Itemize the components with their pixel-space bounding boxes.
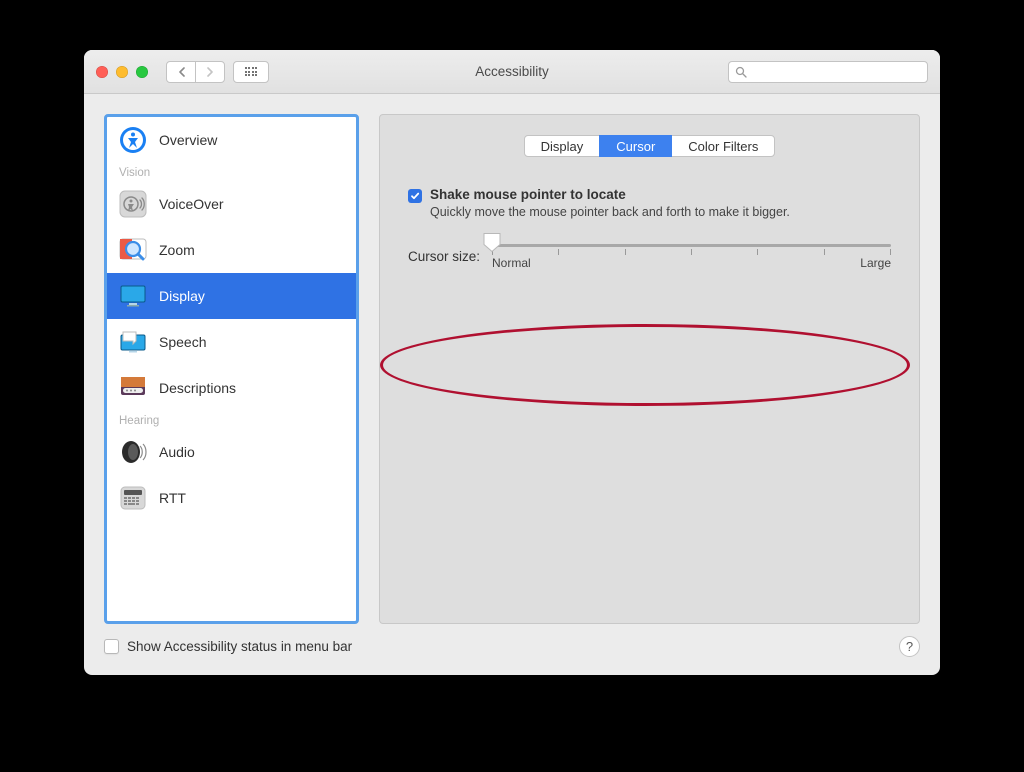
sidebar-item-label: VoiceOver xyxy=(159,196,224,212)
sidebar-item-rtt[interactable]: RTT xyxy=(107,475,356,521)
chevron-left-icon xyxy=(178,67,185,77)
slider-ticks xyxy=(492,249,891,255)
sidebar-item-zoom[interactable]: Zoom xyxy=(107,227,356,273)
sidebar-item-voiceover[interactable]: VoiceOver xyxy=(107,181,356,227)
minimize-window-button[interactable] xyxy=(116,66,128,78)
display-icon xyxy=(119,282,147,310)
sidebar-item-label: Display xyxy=(159,288,205,304)
shake-pointer-checkbox[interactable] xyxy=(408,189,422,203)
help-icon: ? xyxy=(906,639,913,654)
nav-segmented xyxy=(166,61,225,83)
footer: Show Accessibility status in menu bar ? xyxy=(84,624,940,675)
voiceover-icon xyxy=(119,190,147,218)
slider-max-label: Large xyxy=(860,256,891,270)
show-all-button[interactable] xyxy=(233,61,269,83)
sidebar-item-label: Audio xyxy=(159,444,195,460)
sidebar-item-label: Descriptions xyxy=(159,380,236,396)
sidebar: Overview Vision VoiceOver Zoom Display xyxy=(104,114,359,624)
zoom-icon xyxy=(119,236,147,264)
window-controls xyxy=(96,66,148,78)
shake-pointer-description: Quickly move the mouse pointer back and … xyxy=(430,204,790,222)
sidebar-category-vision: Vision xyxy=(107,163,356,181)
help-button[interactable]: ? xyxy=(899,636,920,657)
titlebar: Accessibility xyxy=(84,50,940,94)
sidebar-category-hearing: Hearing xyxy=(107,411,356,429)
tab-cursor[interactable]: Cursor xyxy=(599,135,672,157)
shake-pointer-row: Shake mouse pointer to locate Quickly mo… xyxy=(408,187,891,222)
content-panel: Display Cursor Color Filters Shake mouse… xyxy=(379,114,920,624)
slider-thumb[interactable] xyxy=(483,233,501,258)
sidebar-item-display[interactable]: Display xyxy=(107,273,356,319)
forward-button[interactable] xyxy=(195,61,225,83)
chevron-right-icon xyxy=(207,67,214,77)
show-status-label: Show Accessibility status in menu bar xyxy=(127,639,352,654)
back-button[interactable] xyxy=(166,61,196,83)
tab-color-filters[interactable]: Color Filters xyxy=(671,135,775,157)
grid-icon xyxy=(245,67,258,76)
cursor-size-label: Cursor size: xyxy=(408,249,480,264)
close-window-button[interactable] xyxy=(96,66,108,78)
sidebar-item-audio[interactable]: Audio xyxy=(107,429,356,475)
tab-bar: Display Cursor Color Filters xyxy=(408,135,891,157)
cursor-size-slider[interactable] xyxy=(492,244,891,247)
tab-display[interactable]: Display xyxy=(524,135,601,157)
cursor-size-section: Cursor size: Normal Large xyxy=(408,244,891,270)
search-field[interactable] xyxy=(728,61,928,83)
sidebar-item-label: Zoom xyxy=(159,242,195,258)
sidebar-item-label: RTT xyxy=(159,490,186,506)
rtt-icon xyxy=(119,484,147,512)
prefs-window: Accessibility Overview Vision VoiceOver xyxy=(84,50,940,675)
overview-icon xyxy=(119,126,147,154)
checkmark-icon xyxy=(410,191,420,201)
slider-min-label: Normal xyxy=(492,256,531,270)
audio-icon xyxy=(119,438,147,466)
descriptions-icon xyxy=(119,374,147,402)
sidebar-item-speech[interactable]: Speech xyxy=(107,319,356,365)
search-icon xyxy=(735,66,747,78)
zoom-window-button[interactable] xyxy=(136,66,148,78)
annotation-highlight xyxy=(380,324,910,406)
sidebar-item-descriptions[interactable]: Descriptions xyxy=(107,365,356,411)
sidebar-item-label: Speech xyxy=(159,334,206,350)
sidebar-item-overview[interactable]: Overview xyxy=(107,117,356,163)
speech-icon xyxy=(119,328,147,356)
sidebar-item-label: Overview xyxy=(159,132,217,148)
show-status-checkbox[interactable] xyxy=(104,639,119,654)
shake-pointer-label: Shake mouse pointer to locate xyxy=(430,187,790,202)
